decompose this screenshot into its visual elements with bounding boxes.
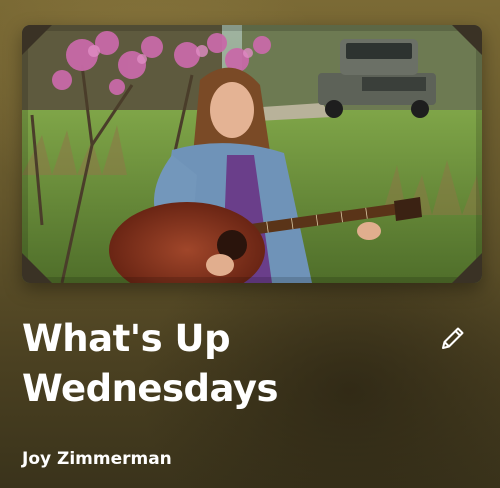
episode-title: What's Up Wednesdays — [22, 317, 279, 410]
photo-corner-icon — [22, 25, 52, 55]
photo-corner-icon — [452, 253, 482, 283]
edit-button[interactable] — [437, 322, 469, 354]
photo-corner-icon — [22, 253, 52, 283]
artist-name[interactable]: Joy Zimmerman — [22, 448, 172, 470]
pencil-icon — [442, 327, 464, 349]
photo-corner-icon — [452, 25, 482, 55]
episode-artwork — [22, 25, 482, 283]
